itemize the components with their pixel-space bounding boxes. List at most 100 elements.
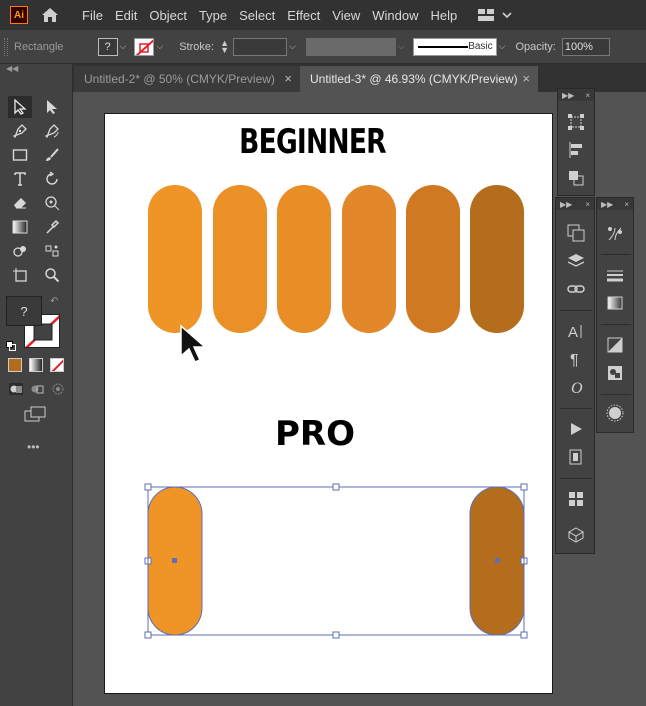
artboards-panel-icon[interactable] [564, 222, 588, 244]
panel-dock-main: ▶▶ × A ¶ O [555, 197, 595, 554]
menu-edit[interactable]: Edit [109, 8, 143, 23]
beginner-pill-6[interactable] [470, 185, 524, 333]
close-icon[interactable]: × [522, 71, 530, 86]
fill-swatch[interactable]: ? [97, 37, 118, 56]
workspace-switcher-icon[interactable] [477, 8, 513, 22]
none-mode-icon[interactable] [50, 358, 64, 372]
pathfinder-panel-icon[interactable] [564, 167, 588, 189]
gradient-tool-icon[interactable] [8, 216, 32, 238]
tab-untitled-2[interactable]: Untitled-2* @ 50% (CMYK/Preview) × [74, 66, 300, 92]
variable-width-profile[interactable] [305, 37, 396, 56]
swap-fill-stroke-icon[interactable]: ↶ [50, 296, 58, 307]
opacity-input[interactable]: 100% [561, 37, 610, 56]
expand-panels-icon[interactable]: ▶▶ [562, 91, 574, 100]
menu-object[interactable]: Object [143, 8, 193, 23]
selection-bounding-box[interactable] [143, 482, 529, 640]
rectangle-tool-icon[interactable] [8, 144, 32, 166]
default-fill-stroke-icon[interactable] [6, 338, 16, 351]
layers-panel-icon[interactable] [564, 250, 588, 272]
svg-text:O: O [571, 380, 583, 396]
home-icon[interactable] [40, 5, 60, 25]
panel-divider [560, 408, 592, 409]
zoom-tool-icon[interactable] [40, 264, 64, 286]
shape-builder-tool-icon[interactable] [8, 240, 32, 262]
brush-stroke-preview [417, 45, 468, 48]
stroke-dropdown-icon[interactable]: ⌵ [156, 41, 163, 52]
draw-behind-icon[interactable] [29, 382, 45, 396]
appearance-panel-icon[interactable] [603, 362, 627, 384]
stroke-label: Stroke: [179, 40, 215, 53]
gradient-mode-icon[interactable] [29, 358, 43, 372]
draw-inside-icon[interactable] [50, 382, 66, 396]
tools-panel: ◀◀ ? ↶ ••• [0, 64, 73, 706]
align-panel-icon[interactable] [564, 139, 588, 161]
document-info-panel-icon[interactable] [564, 446, 588, 468]
profile-dropdown-icon[interactable]: ⌵ [398, 41, 405, 52]
libraries-panel-icon[interactable] [564, 524, 588, 546]
beginner-pill-2[interactable] [213, 185, 267, 333]
transparency-panel-icon[interactable] [603, 334, 627, 356]
tools-panel-collapse-icon[interactable]: ◀◀ [0, 64, 72, 74]
brush-dropdown-icon[interactable]: ⌵ [499, 41, 506, 52]
expand-panels-icon[interactable]: ▶▶ [560, 200, 572, 209]
stroke-swatch[interactable] [134, 37, 155, 56]
gradient-panel-icon[interactable] [603, 292, 627, 314]
stroke-weight-input[interactable] [232, 37, 287, 56]
brush-definition[interactable]: Basic [412, 37, 497, 56]
beginner-pill-1[interactable] [148, 185, 202, 333]
links-panel-icon[interactable] [564, 278, 588, 300]
type-tool-icon[interactable] [8, 168, 32, 190]
symbol-sprayer-tool-icon[interactable] [40, 240, 64, 262]
direct-selection-tool-icon[interactable] [40, 96, 64, 118]
beginner-pill-3[interactable] [277, 185, 331, 333]
paintbrush-tool-icon[interactable] [40, 144, 64, 166]
panel-divider [601, 394, 631, 395]
swatches-panel-icon[interactable] [564, 488, 588, 510]
beginner-pill-4[interactable] [342, 185, 396, 333]
graphic-styles-panel-icon[interactable] [603, 402, 627, 424]
eyedropper-tool-icon[interactable] [40, 216, 64, 238]
fill-color-swatch[interactable]: ? [6, 296, 42, 326]
screen-mode-icon[interactable] [24, 406, 48, 422]
draw-normal-icon[interactable] [8, 382, 24, 396]
stroke-weight-dropdown-icon[interactable]: ⌵ [289, 41, 296, 52]
panel-dock-transform: ▶▶ × [557, 88, 595, 196]
opentype-panel-icon[interactable]: O [564, 376, 588, 398]
menu-effect[interactable]: Effect [281, 8, 326, 23]
menu-window[interactable]: Window [366, 8, 424, 23]
close-icon[interactable]: × [284, 71, 292, 86]
panel-menu-icon[interactable]: ▶▶ [601, 200, 613, 209]
menu-view[interactable]: View [326, 8, 366, 23]
stroke-stepper[interactable]: ▲ ▼ [220, 38, 229, 54]
tab-untitled-3[interactable]: Untitled-3* @ 46.93% (CMYK/Preview) × [300, 66, 538, 92]
puppet-warp-tool-icon[interactable] [40, 192, 64, 214]
document-tabs: Untitled-2* @ 50% (CMYK/Preview) × Untit… [0, 64, 646, 92]
close-icon[interactable]: × [624, 200, 629, 209]
menu-select[interactable]: Select [233, 8, 281, 23]
color-mode-icon[interactable] [8, 358, 22, 372]
menu-type[interactable]: Type [193, 8, 233, 23]
control-bar: Rectangle ? ⌵ ⌵ Stroke: ▲ ▼ ⌵ ⌵ Basic ⌵ O… [0, 30, 646, 64]
character-panel-icon[interactable]: A [564, 320, 588, 342]
curvature-tool-icon[interactable] [40, 120, 64, 142]
beginner-pill-5[interactable] [406, 185, 460, 333]
rotate-tool-icon[interactable] [40, 168, 64, 190]
close-icon[interactable]: × [585, 200, 590, 209]
transform-panel-icon[interactable] [564, 111, 588, 133]
menu-file[interactable]: File [76, 8, 109, 23]
stroke-panel-icon[interactable] [603, 264, 627, 286]
symbols-panel-icon[interactable] [603, 222, 627, 244]
selection-tool-icon[interactable] [8, 96, 32, 118]
edit-toolbar-icon[interactable]: ••• [27, 440, 40, 454]
menu-help[interactable]: Help [424, 8, 463, 23]
artboard[interactable]: BEGINNER PRO [104, 113, 553, 694]
artboard-tool-icon[interactable] [8, 264, 32, 286]
fill-dropdown-icon[interactable]: ⌵ [120, 41, 127, 52]
pen-tool-icon[interactable] [8, 120, 32, 142]
close-icon[interactable]: × [585, 91, 590, 100]
eraser-tool-icon[interactable] [8, 192, 32, 214]
control-bar-grip[interactable] [4, 37, 8, 56]
tab-label: Untitled-2* @ 50% (CMYK/Preview) [84, 72, 275, 86]
actions-panel-icon[interactable] [564, 418, 588, 440]
paragraph-panel-icon[interactable]: ¶ [564, 348, 588, 370]
